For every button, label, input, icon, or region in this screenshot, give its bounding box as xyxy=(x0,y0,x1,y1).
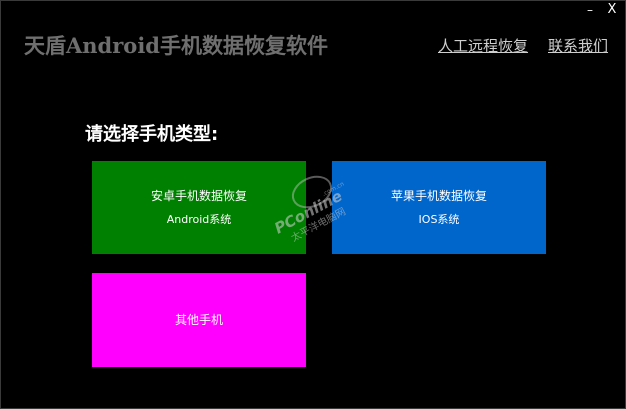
android-recovery-label: 安卓手机数据恢复 xyxy=(150,188,247,203)
minimize-button[interactable]: – xyxy=(580,0,600,20)
android-recovery-button[interactable]: 安卓手机数据恢复 Android系统 xyxy=(92,161,306,254)
other-phone-label: 其他手机 xyxy=(174,313,223,327)
ios-recovery-label: 苹果手机数据恢复 xyxy=(390,188,487,203)
manual-recovery-link[interactable]: 人工远程恢复 xyxy=(438,36,528,56)
app-title: 天盾Android手机数据恢复软件 xyxy=(24,33,328,58)
android-system-label: Android系统 xyxy=(166,212,232,226)
close-button[interactable]: X xyxy=(602,0,622,20)
ios-recovery-button[interactable]: 苹果手机数据恢复 IOS系统 xyxy=(332,161,546,254)
other-phone-button[interactable]: 其他手机 xyxy=(92,273,306,367)
ios-system-label: IOS系统 xyxy=(418,212,460,226)
phone-type-prompt: 请选择手机类型: xyxy=(85,124,219,145)
contact-us-link[interactable]: 联系我们 xyxy=(548,36,608,56)
